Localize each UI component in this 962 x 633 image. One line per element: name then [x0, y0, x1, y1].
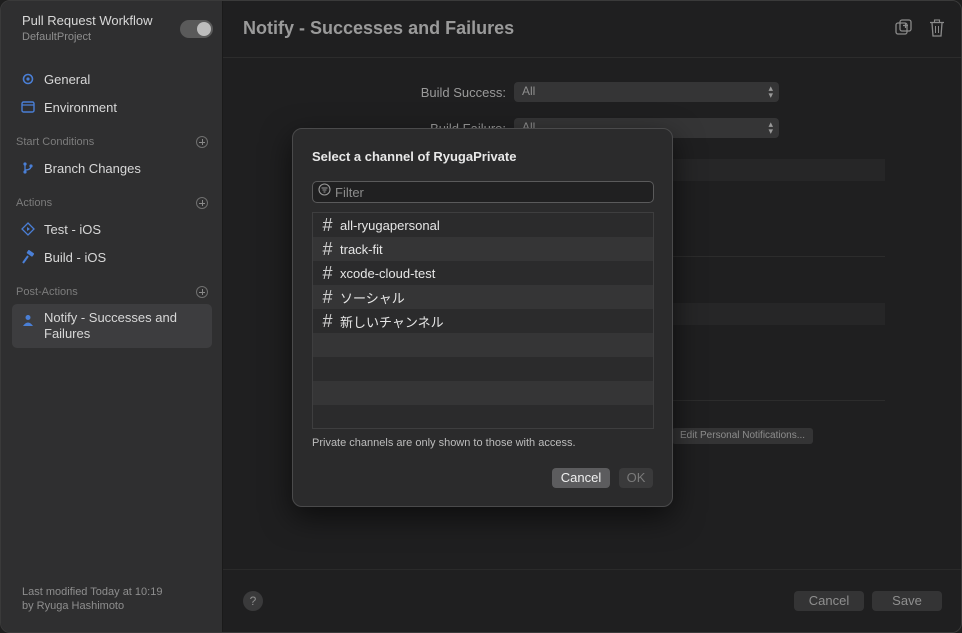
sidebar-item-label: Environment — [44, 99, 117, 115]
branch-icon — [12, 161, 44, 175]
sidebar-item-label: Build - iOS — [44, 249, 107, 265]
chevron-up-down-icon: ▴ ▾ — [768, 83, 773, 100]
section-start-conditions: Start Conditions — [16, 136, 208, 148]
add-start-condition-icon[interactable] — [196, 136, 208, 148]
channel-name: 新しいチャンネル — [340, 314, 444, 330]
workflow-title: Pull Request Workflow — [22, 13, 153, 28]
page-title: Notify - Successes and Failures — [243, 18, 515, 38]
channel-row[interactable]: # xcode-cloud-test — [313, 261, 653, 285]
sidebar-item-label: Test - iOS — [44, 221, 102, 237]
build-success-value: All — [522, 84, 536, 98]
background-divider — [663, 256, 885, 257]
trash-icon[interactable] — [929, 19, 945, 42]
notify-label-line2: Failures — [44, 326, 91, 341]
edit-personal-notifications-button[interactable]: Edit Personal Notifications... — [672, 428, 814, 444]
channel-list: # all-ryugapersonal # track-fit # xcode-clo… — [312, 212, 654, 429]
footer-divider — [223, 569, 961, 570]
add-action-icon[interactable] — [196, 197, 208, 209]
hash-icon: # — [322, 214, 333, 235]
section-post-actions: Post-Actions — [16, 286, 208, 298]
workflow-subtitle: DefaultProject — [22, 31, 92, 43]
filter-icon — [318, 183, 331, 201]
channel-row[interactable]: # track-fit — [313, 237, 653, 261]
person-icon — [12, 304, 44, 327]
channel-name: track-fit — [340, 241, 383, 257]
hash-icon: # — [322, 310, 333, 331]
last-modified-line1: Last modified Today at 10:19 — [22, 586, 163, 598]
background-field — [663, 303, 885, 325]
sidebar: Pull Request Workflow DefaultProject Gen… — [1, 1, 223, 632]
sidebar-item-branch-changes[interactable]: Branch Changes — [12, 155, 212, 181]
workflow-enabled-toggle[interactable] — [180, 20, 213, 38]
sidebar-item-label: General — [44, 71, 91, 87]
filter-field[interactable] — [312, 181, 654, 203]
app-window: Pull Request Workflow DefaultProject Gen… — [0, 0, 962, 633]
help-button[interactable]: ? — [243, 591, 263, 611]
dialog-cancel-button[interactable]: Cancel — [552, 468, 610, 488]
sidebar-item-label: Branch Changes — [44, 160, 141, 176]
chevron-up-down-icon: ▴ ▾ — [768, 119, 773, 136]
channel-row[interactable]: # ソーシャル — [313, 285, 653, 309]
hash-icon: # — [322, 238, 333, 259]
sidebar-item-environment[interactable]: Environment — [12, 94, 212, 120]
header-divider — [223, 57, 961, 58]
section-label: Actions — [16, 197, 53, 209]
sidebar-item-test-ios[interactable]: Test - iOS — [12, 216, 212, 242]
dialog-title: Select a channel of RyugaPrivate — [312, 149, 517, 164]
dialog-ok-button[interactable]: OK — [619, 468, 653, 488]
empty-row — [313, 405, 653, 428]
sidebar-item-notify[interactable]: Notify - Successes and Failures — [12, 304, 212, 348]
section-label: Post-Actions — [16, 286, 78, 298]
channel-row[interactable]: # 新しいチャンネル — [313, 309, 653, 333]
sidebar-item-label: Notify - Successes and Failures — [44, 310, 177, 342]
background-divider — [663, 400, 885, 401]
section-label: Start Conditions — [16, 136, 95, 148]
channel-name: ソーシャル — [340, 290, 405, 306]
empty-row — [313, 333, 653, 357]
cancel-button[interactable]: Cancel — [794, 591, 864, 611]
build-success-select[interactable]: All ▴ ▾ — [514, 82, 779, 102]
background-field — [663, 159, 885, 181]
channel-name: all-ryugapersonal — [340, 217, 440, 233]
empty-row — [313, 381, 653, 405]
gear-icon — [12, 72, 44, 86]
section-actions: Actions — [16, 197, 208, 209]
build-success-label: Build Success: — [420, 85, 506, 100]
hash-icon: # — [322, 262, 333, 283]
test-icon — [12, 222, 44, 236]
toolbar — [895, 19, 945, 42]
dialog-note: Private channels are only shown to those… — [312, 437, 576, 449]
last-modified-text: Last modified Today at 10:19 by Ryuga Ha… — [22, 585, 162, 613]
duplicate-icon[interactable] — [895, 19, 913, 42]
sidebar-item-general[interactable]: General — [12, 66, 212, 92]
hash-icon: # — [322, 286, 333, 307]
window-icon — [12, 100, 44, 114]
channel-name: xcode-cloud-test — [340, 265, 436, 281]
add-post-action-icon[interactable] — [196, 286, 208, 298]
save-button[interactable]: Save — [872, 591, 942, 611]
hammer-icon — [12, 250, 44, 264]
channel-select-dialog: Select a channel of RyugaPrivate # all-ry… — [292, 128, 673, 507]
notify-label-line1: Notify - Successes and — [44, 310, 177, 325]
filter-input[interactable] — [335, 184, 635, 200]
sidebar-item-build-ios[interactable]: Build - iOS — [12, 244, 212, 270]
last-modified-line2: by Ryuga Hashimoto — [22, 600, 125, 612]
empty-row — [313, 357, 653, 381]
channel-row[interactable]: # all-ryugapersonal — [313, 213, 653, 237]
